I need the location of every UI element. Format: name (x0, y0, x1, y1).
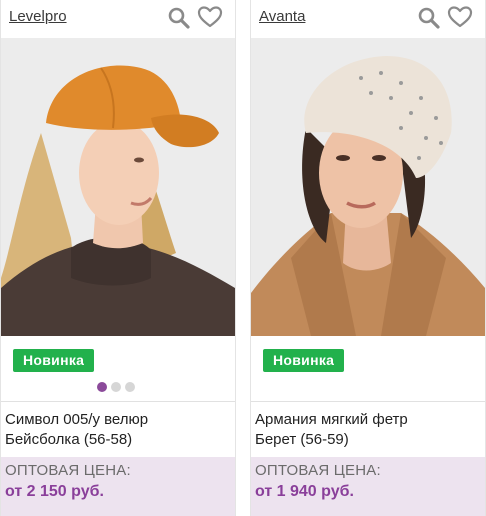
gallery-dot[interactable] (111, 382, 121, 392)
price-value: от 1 940 руб. (255, 483, 354, 500)
favorite-heart-icon[interactable] (197, 5, 223, 29)
gallery-pagination (97, 382, 135, 392)
brand-link[interactable]: Levelpro (9, 8, 67, 25)
divider (251, 401, 485, 402)
woman-in-beret-image (251, 38, 485, 336)
gallery-dot[interactable] (125, 382, 135, 392)
wholesale-price-box: ОПТОВАЯ ЦЕНА: от 1 940 руб. (251, 457, 485, 516)
zoom-search-icon[interactable] (167, 6, 191, 30)
card-header: Levelpro (1, 0, 235, 38)
woman-in-orange-cap-image (1, 38, 235, 336)
product-photo[interactable] (1, 38, 235, 336)
divider (1, 401, 235, 402)
wholesale-price-box: ОПТОВАЯ ЦЕНА: от 2 150 руб. (1, 457, 235, 516)
product-title-line: Берет (56-59) (255, 431, 349, 448)
zoom-search-icon[interactable] (417, 6, 441, 30)
price-label: ОПТОВАЯ ЦЕНА: (255, 462, 381, 479)
new-badge: Новинка (13, 349, 95, 372)
brand-link[interactable]: Avanta (259, 8, 305, 25)
gallery-dot[interactable] (97, 382, 107, 392)
product-card[interactable]: Levelpro Новинка Символ 005/у велюр Бейс… (0, 0, 236, 516)
product-title[interactable]: Армания мягкий фетр Берет (56-59) (255, 410, 481, 450)
favorite-heart-icon[interactable] (447, 5, 473, 29)
product-title[interactable]: Символ 005/у велюр Бейсболка (56-58) (5, 410, 231, 450)
new-badge: Новинка (263, 349, 345, 372)
product-title-line: Бейсболка (56-58) (5, 431, 133, 448)
price-value: от 2 150 руб. (5, 483, 104, 500)
product-title-line: Армания мягкий фетр (255, 411, 408, 428)
product-photo[interactable] (251, 38, 485, 336)
product-card[interactable]: Avanta Новинка Армания мягкий фетр Берет… (250, 0, 486, 516)
price-label: ОПТОВАЯ ЦЕНА: (5, 462, 131, 479)
product-title-line: Символ 005/у велюр (5, 411, 149, 428)
card-header: Avanta (251, 0, 485, 38)
